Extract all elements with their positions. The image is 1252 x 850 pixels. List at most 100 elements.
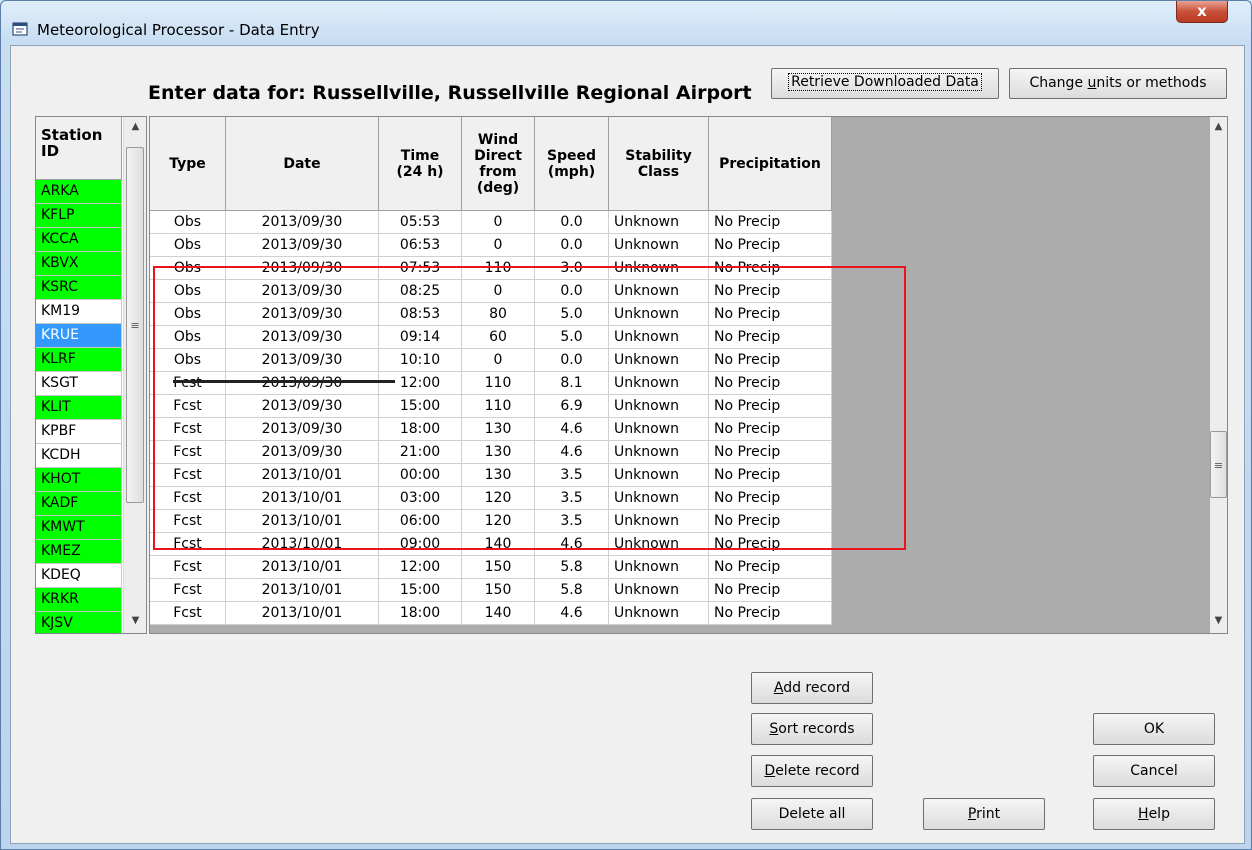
scroll-down-icon[interactable]: ▼: [124, 615, 146, 626]
cell-speed[interactable]: 0.0: [535, 234, 609, 257]
cell-type[interactable]: Obs: [150, 234, 226, 257]
station-item-kpbf[interactable]: KPBF: [36, 420, 122, 444]
cell-precipitation[interactable]: No Precip: [709, 579, 832, 602]
delete-all-button[interactable]: Delete all: [751, 798, 873, 830]
scroll-up-icon[interactable]: ▲: [124, 121, 146, 132]
close-icon: x: [1197, 2, 1207, 20]
cell-time[interactable]: 18:00: [379, 602, 462, 625]
grid-scrollbar[interactable]: ▲ ≡ ▼: [1210, 117, 1227, 633]
retrieve-label: Retrieve Downloaded Data: [788, 73, 982, 91]
add-record-button[interactable]: Add record: [751, 672, 873, 704]
column-header-stability-class[interactable]: Stability Class: [609, 117, 709, 211]
print-label: rint: [976, 806, 1001, 822]
cell-time[interactable]: 12:00: [379, 556, 462, 579]
cell-stability-class[interactable]: Unknown: [609, 602, 709, 625]
column-header-wind-direction[interactable]: Wind Direct from (deg): [462, 117, 535, 211]
station-header-line1: Station: [41, 126, 103, 144]
cell-stability-class[interactable]: Unknown: [609, 556, 709, 579]
scroll-up-icon[interactable]: ▲: [1210, 121, 1227, 132]
station-item-ksgt[interactable]: KSGT: [36, 372, 122, 396]
station-header-line2: ID: [41, 142, 60, 160]
grip-icon: ≡: [1213, 459, 1224, 472]
cell-type[interactable]: Obs: [150, 211, 226, 234]
column-header-time[interactable]: Time (24 h): [379, 117, 462, 211]
delete-record-button[interactable]: Delete record: [751, 755, 873, 787]
units-label-prefix: Change: [1029, 75, 1088, 91]
station-item-arka[interactable]: ARKA: [36, 180, 122, 204]
cell-speed[interactable]: 4.6: [535, 602, 609, 625]
station-list[interactable]: Station ID ARKA KFLP KCCA KBVX KSRC KM19 KRUE K…: [35, 116, 147, 634]
station-item-kflp[interactable]: KFLP: [36, 204, 122, 228]
grid-scroll-thumb[interactable]: ≡: [1210, 431, 1227, 498]
cell-date[interactable]: 2013/10/01: [226, 556, 379, 579]
close-button[interactable]: x: [1176, 1, 1228, 23]
cell-precipitation[interactable]: No Precip: [709, 556, 832, 579]
cell-speed[interactable]: 5.8: [535, 579, 609, 602]
station-item-kcca[interactable]: KCCA: [36, 228, 122, 252]
sort-label: ort records: [778, 721, 855, 737]
station-item-kcdh[interactable]: KCDH: [36, 444, 122, 468]
station-item-kbvx[interactable]: KBVX: [36, 252, 122, 276]
cell-time[interactable]: 15:00: [379, 579, 462, 602]
scroll-down-icon[interactable]: ▼: [1210, 615, 1227, 626]
print-button[interactable]: Print: [923, 798, 1045, 830]
cell-type[interactable]: Fcst: [150, 579, 226, 602]
sort-accel: S: [769, 721, 779, 737]
cell-speed[interactable]: 5.8: [535, 556, 609, 579]
cell-stability-class[interactable]: Unknown: [609, 234, 709, 257]
app-icon: [12, 22, 28, 36]
add-label: dd record: [783, 680, 851, 696]
cell-wind-direction[interactable]: 150: [462, 579, 535, 602]
cell-precipitation[interactable]: No Precip: [709, 602, 832, 625]
cell-date[interactable]: 2013/10/01: [226, 602, 379, 625]
station-item-khot[interactable]: KHOT: [36, 468, 122, 492]
station-item-ksrc[interactable]: KSRC: [36, 276, 122, 300]
station-item-kadf[interactable]: KADF: [36, 492, 122, 516]
column-header-precipitation[interactable]: Precipitation: [709, 117, 832, 211]
highlight-annotation-box: [153, 266, 906, 550]
delete-label: elete record: [775, 763, 860, 779]
cell-stability-class[interactable]: Unknown: [609, 211, 709, 234]
help-accel: H: [1138, 806, 1149, 822]
title-bar[interactable]: Meteorological Processor - Data Entry x: [1, 1, 1251, 45]
cell-time[interactable]: 05:53: [379, 211, 462, 234]
retrieve-downloaded-data-button[interactable]: Retrieve Downloaded Data: [771, 68, 999, 99]
cell-date[interactable]: 2013/09/30: [226, 211, 379, 234]
cell-wind-direction[interactable]: 150: [462, 556, 535, 579]
cell-time[interactable]: 06:53: [379, 234, 462, 257]
cell-wind-direction[interactable]: 140: [462, 602, 535, 625]
station-item-kdeq[interactable]: KDEQ: [36, 564, 122, 588]
change-units-button[interactable]: Change units or methods: [1009, 68, 1227, 99]
help-button[interactable]: Help: [1093, 798, 1215, 830]
help-label: elp: [1148, 806, 1170, 822]
station-item-krue[interactable]: KRUE: [36, 324, 122, 348]
cell-speed[interactable]: 0.0: [535, 211, 609, 234]
cell-stability-class[interactable]: Unknown: [609, 579, 709, 602]
cell-date[interactable]: 2013/10/01: [226, 579, 379, 602]
cancel-button[interactable]: Cancel: [1093, 755, 1215, 787]
cell-wind-direction[interactable]: 0: [462, 211, 535, 234]
column-header-date[interactable]: Date: [226, 117, 379, 211]
station-item-klrf[interactable]: KLRF: [36, 348, 122, 372]
cell-precipitation[interactable]: No Precip: [709, 234, 832, 257]
cell-precipitation[interactable]: No Precip: [709, 211, 832, 234]
delete-accel: D: [764, 763, 776, 779]
station-item-kmwt[interactable]: KMWT: [36, 516, 122, 540]
station-item-kmez[interactable]: KMEZ: [36, 540, 122, 564]
station-item-kjsv[interactable]: KJSV: [36, 612, 122, 633]
cell-type[interactable]: Fcst: [150, 602, 226, 625]
print-accel: P: [967, 806, 977, 822]
cell-date[interactable]: 2013/09/30: [226, 234, 379, 257]
cell-type[interactable]: Fcst: [150, 556, 226, 579]
cell-wind-direction[interactable]: 0: [462, 234, 535, 257]
column-header-speed[interactable]: Speed (mph): [535, 117, 609, 211]
station-item-km19[interactable]: KM19: [36, 300, 122, 324]
sort-records-button[interactable]: Sort records: [751, 713, 873, 745]
station-scroll-thumb[interactable]: ≡: [126, 147, 144, 503]
station-scrollbar[interactable]: ▲ ≡ ▼: [123, 117, 146, 633]
station-item-krkr[interactable]: KRKR: [36, 588, 122, 612]
ok-button[interactable]: OK: [1093, 713, 1215, 745]
column-header-type[interactable]: Type: [150, 117, 226, 211]
units-label-suffix: nits or methods: [1096, 75, 1207, 91]
station-item-klit[interactable]: KLIT: [36, 396, 122, 420]
